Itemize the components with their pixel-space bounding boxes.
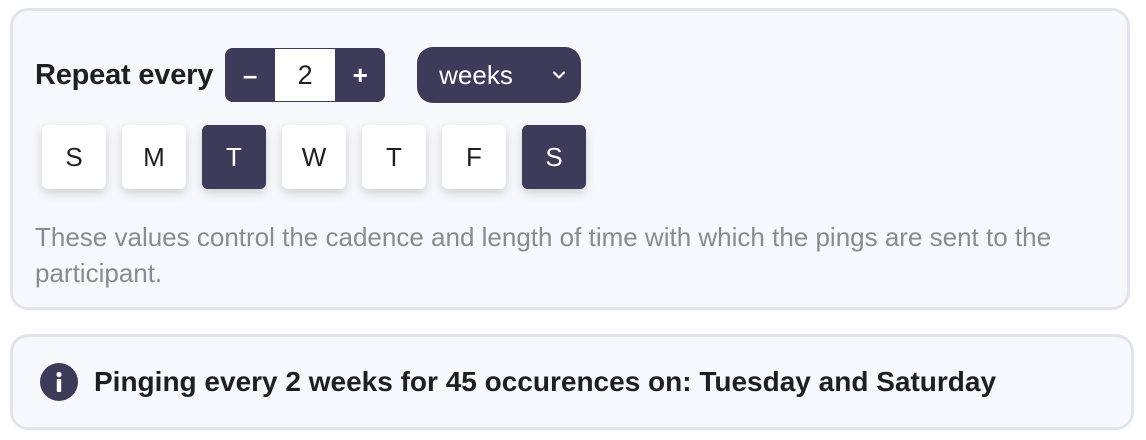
schedule-summary: Pinging every 2 weeks for 45 occurences … — [10, 334, 1134, 430]
weekday-selector: S M T W T F S — [42, 125, 602, 189]
increment-button[interactable]: + — [335, 48, 386, 102]
repeat-every-label: Repeat every — [35, 58, 214, 91]
day-toggle-wednesday[interactable]: W — [282, 125, 346, 189]
day-toggle-tuesday[interactable]: T — [202, 125, 266, 189]
interval-unit-value: weeks — [439, 59, 513, 90]
day-toggle-monday[interactable]: M — [122, 125, 186, 189]
info-icon — [40, 363, 78, 401]
day-toggle-saturday[interactable]: S — [522, 125, 586, 189]
interval-input[interactable]: 2 — [275, 48, 336, 102]
interval-unit-select[interactable]: weeks — [417, 47, 582, 103]
day-toggle-sunday[interactable]: S — [42, 125, 106, 189]
repeat-row: Repeat every – 2 + weeks — [35, 47, 582, 103]
summary-text: Pinging every 2 weeks for 45 occurences … — [94, 366, 997, 397]
interval-stepper: – 2 + — [225, 48, 386, 102]
help-text: These values control the cadence and len… — [35, 222, 1052, 288]
chevron-down-icon — [551, 67, 567, 83]
schedule-panel: Repeat every – 2 + weeks S M T W T F S T… — [10, 8, 1130, 310]
day-toggle-friday[interactable]: F — [442, 125, 506, 189]
day-toggle-thursday[interactable]: T — [362, 125, 426, 189]
decrement-button[interactable]: – — [225, 48, 276, 102]
